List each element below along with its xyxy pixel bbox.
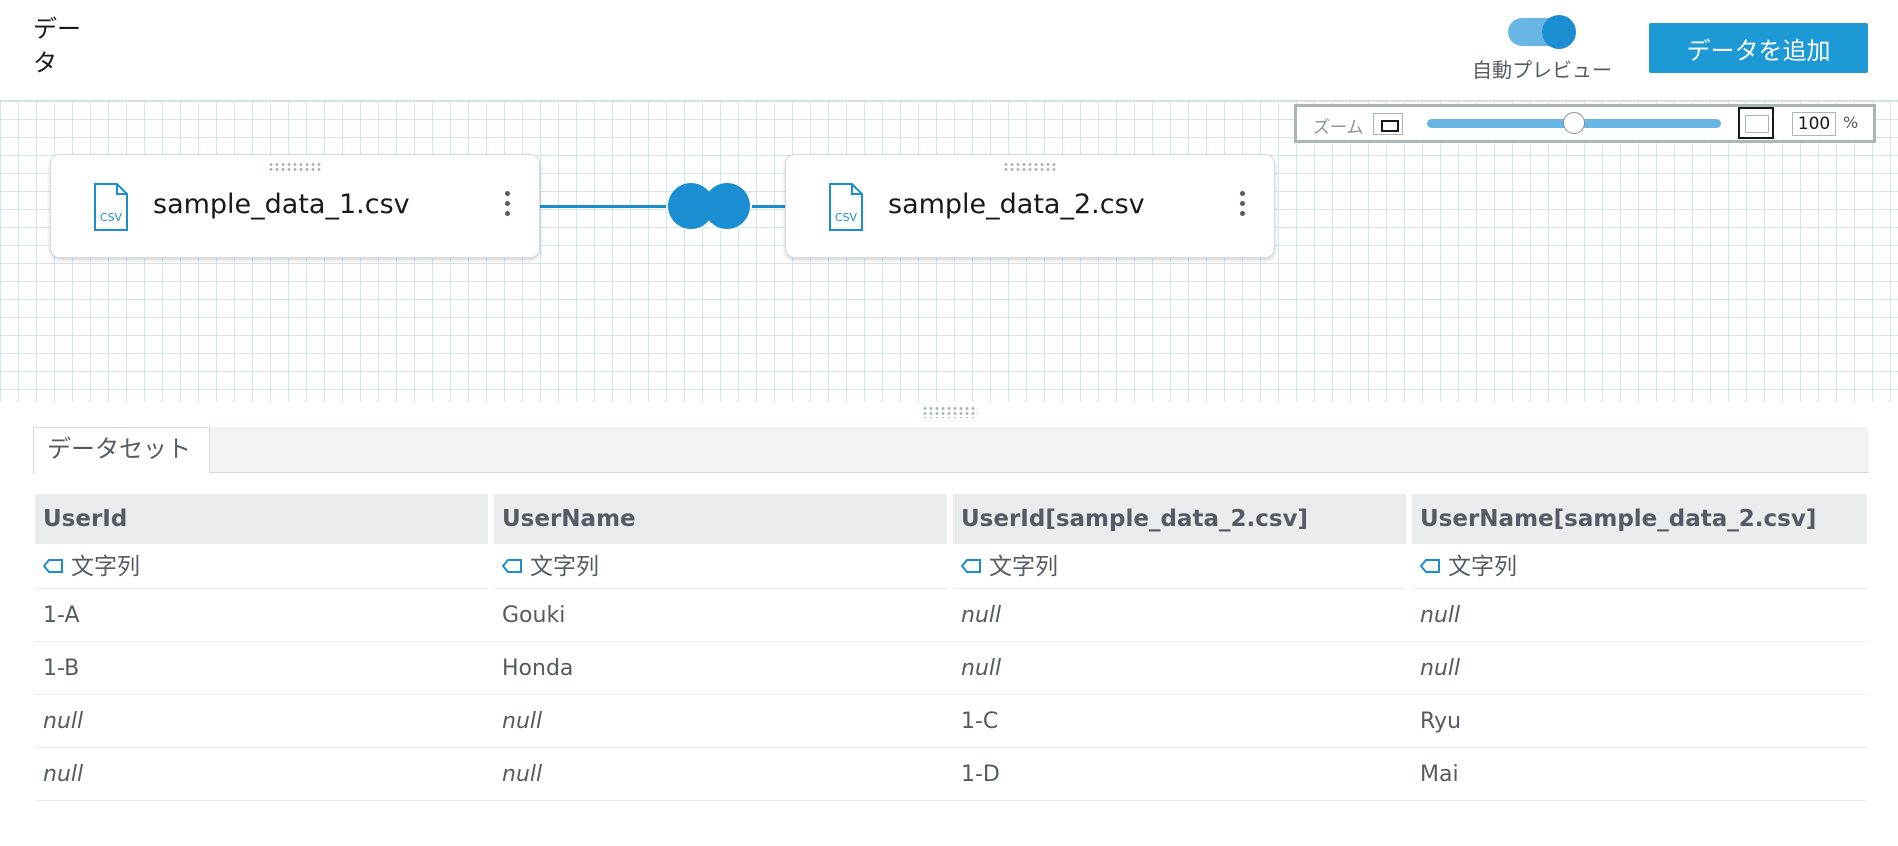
table-cell: 1-B (43, 656, 80, 681)
column-header[interactable]: UserId[sample_data_2.csv] (953, 494, 1406, 544)
toggle-knob (1542, 15, 1576, 49)
zoom-out-icon[interactable] (1373, 113, 1403, 135)
table-header-row: UserId UserName UserId[sample_data_2.csv… (35, 494, 1867, 544)
svg-text:CSV: CSV (835, 211, 858, 224)
table-row: 1-A Gouki null null (35, 590, 1867, 642)
csv-file-icon: CSV (94, 183, 128, 231)
zoom-slider[interactable] (1427, 112, 1721, 134)
table-cell: null (1420, 656, 1461, 681)
page-title: データ (33, 15, 81, 77)
zoom-value-input[interactable] (1792, 112, 1836, 136)
column-type[interactable]: 文字列 (953, 545, 1406, 589)
dataset-node[interactable]: CSV sample_data_2.csv (785, 154, 1275, 258)
drag-handle-icon[interactable] (268, 162, 322, 172)
string-type-icon (1420, 558, 1440, 573)
panel-tabbar: データセット (33, 427, 1869, 474)
string-type-icon (961, 558, 981, 573)
table-cell: Honda (502, 656, 574, 681)
column-type[interactable]: 文字列 (35, 545, 488, 589)
auto-preview-toggle[interactable] (1508, 15, 1576, 49)
tab-dataset[interactable]: データセット (33, 427, 210, 474)
table-cell: null (43, 762, 84, 787)
table-cell: null (502, 709, 543, 734)
table-cell: 1-A (43, 603, 80, 628)
auto-preview-label: 自動プレビュー (1472, 58, 1612, 82)
zoom-slider-thumb[interactable] (1563, 112, 1585, 134)
column-type-label: 文字列 (1448, 554, 1517, 580)
zoom-unit: % (1843, 113, 1859, 132)
more-options-icon[interactable] (503, 191, 511, 221)
drag-handle-icon[interactable] (1003, 162, 1057, 172)
dataset-node[interactable]: CSV sample_data_1.csv (50, 154, 540, 258)
string-type-icon (502, 558, 522, 573)
add-data-button[interactable]: データを追加 (1649, 23, 1868, 73)
zoom-label: ズーム (1313, 118, 1364, 138)
column-header[interactable]: UserName (494, 494, 947, 544)
dataset-node-name: sample_data_2.csv (888, 189, 1145, 220)
table-cell: null (961, 656, 1002, 681)
table-cell: Ryu (1420, 709, 1462, 734)
table-row: null null 1-C Ryu (35, 696, 1867, 748)
dataset-node-name: sample_data_1.csv (153, 189, 410, 220)
panel-resize-handle[interactable] (922, 406, 978, 418)
svg-text:CSV: CSV (100, 211, 123, 224)
column-header[interactable]: UserName[sample_data_2.csv] (1412, 494, 1867, 544)
column-type-label: 文字列 (71, 554, 140, 580)
zoom-control: ズーム % (1294, 104, 1876, 143)
table-cell: null (502, 762, 543, 787)
join-link-left (540, 205, 666, 208)
column-type[interactable]: 文字列 (1412, 545, 1867, 589)
table-cell: Mai (1420, 762, 1459, 787)
table-cell: Gouki (502, 603, 566, 628)
join-link-right (752, 205, 785, 208)
table-cell: null (1420, 603, 1461, 628)
table-row: null null 1-D Mai (35, 749, 1867, 801)
column-type[interactable]: 文字列 (494, 545, 947, 589)
more-options-icon[interactable] (1238, 191, 1246, 221)
table-cell: null (961, 603, 1002, 628)
string-type-icon (43, 558, 63, 573)
join-canvas[interactable]: ズーム % CSV sample_data_1.csv CSV sample_d… (0, 100, 1898, 402)
csv-file-icon: CSV (829, 183, 863, 231)
column-type-row: 文字列 文字列 文字列 文字列 (35, 545, 1867, 589)
column-type-label: 文字列 (530, 554, 599, 580)
table-cell: null (43, 709, 84, 734)
zoom-fit-icon[interactable] (1738, 107, 1774, 139)
table-cell: 1-D (961, 762, 1000, 787)
table-row: 1-B Honda null null (35, 643, 1867, 695)
auto-preview-control: 自動プレビュー (1466, 14, 1618, 84)
column-header[interactable]: UserId (35, 494, 488, 544)
table-cell: 1-C (961, 709, 999, 734)
join-icon[interactable] (666, 181, 752, 231)
top-bar: データ 自動プレビュー データを追加 (0, 0, 1898, 100)
column-type-label: 文字列 (989, 554, 1058, 580)
